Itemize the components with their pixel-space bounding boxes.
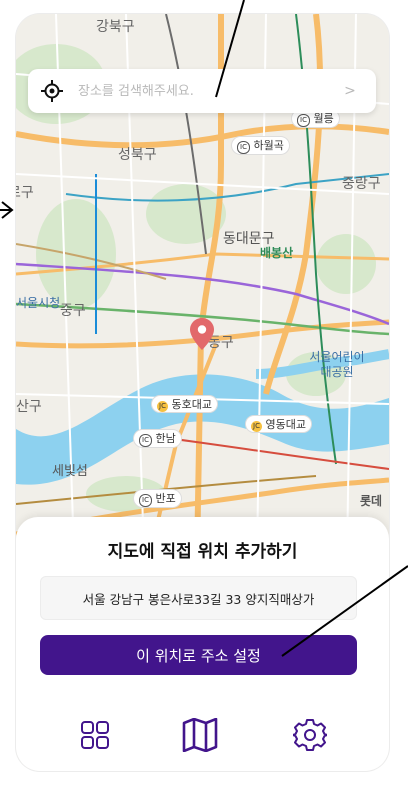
search-input[interactable]	[76, 82, 338, 100]
map-icon	[182, 718, 218, 752]
sheet-title: 지도에 직접 위치 추가하기	[107, 542, 298, 562]
ic-badge-icon: IC	[297, 114, 310, 127]
set-address-button-label: 이 위치로 주소 설정	[136, 646, 261, 665]
jc-badge-icon: JC	[157, 401, 168, 412]
crosshair-icon[interactable]	[40, 79, 64, 103]
road-badge-hawolgok: IC 하월곡	[232, 137, 289, 154]
map-label-jung: 중구	[60, 303, 86, 319]
map-label-san-gu: 산구	[16, 399, 42, 415]
road-badge-hannam: IC 한남	[134, 430, 181, 447]
address-text: 서울 강남구 봉은사로33길 33 양지직매상가	[82, 591, 315, 607]
search-bar[interactable]: >	[28, 69, 376, 113]
set-address-button[interactable]: 이 위치로 주소 설정	[40, 635, 357, 675]
map-label-childrens-park: 서울어린이 대공원	[309, 350, 365, 379]
road-badge-dongho: JC 동호대교	[152, 396, 217, 412]
address-field: 서울 강남구 봉은사로33길 33 양지직매상가	[40, 576, 357, 620]
ic-badge-icon: IC	[139, 434, 152, 447]
map-label-lotte: 롯데	[360, 494, 383, 508]
gear-icon	[293, 719, 327, 751]
map-label-city-hall: 서울시청	[16, 296, 61, 310]
tab-settings[interactable]	[290, 715, 330, 755]
tab-map[interactable]	[180, 715, 220, 755]
bottom-sheet: 지도에 직접 위치 추가하기 서울 강남구 봉은사로33길 33 양지직매상가 …	[16, 517, 389, 771]
chevron-right-icon[interactable]: >	[338, 83, 362, 99]
map-label-gangbuk: 강북구	[96, 19, 135, 35]
map-label-ru-gu: 로구	[16, 185, 34, 201]
phone-frame: 강북구 성북구 중랑구 로구 동대문구 배봉산 서울시청 중구 동구 서울어린이…	[16, 14, 389, 771]
jc-badge-icon: JC	[251, 421, 262, 432]
map-label-sebitseom: 세빛섬	[52, 464, 88, 479]
map-label-seongbuk: 성북구	[118, 147, 157, 163]
ic-badge-icon: IC	[139, 494, 152, 507]
annotation-arrow-left	[1, 201, 14, 219]
road-badge-yeongdong: JC 영동대교	[246, 416, 311, 432]
road-badge-banpo: IC 반포	[134, 490, 181, 507]
grid-icon	[81, 721, 109, 749]
tab-grid[interactable]	[75, 715, 115, 755]
location-pin-icon[interactable]	[190, 318, 214, 350]
bottom-nav	[16, 707, 389, 763]
map-label-jungnang: 중랑구	[342, 176, 381, 192]
map-label-baebongsan: 배봉산	[260, 246, 294, 260]
ic-badge-icon: IC	[237, 141, 250, 154]
